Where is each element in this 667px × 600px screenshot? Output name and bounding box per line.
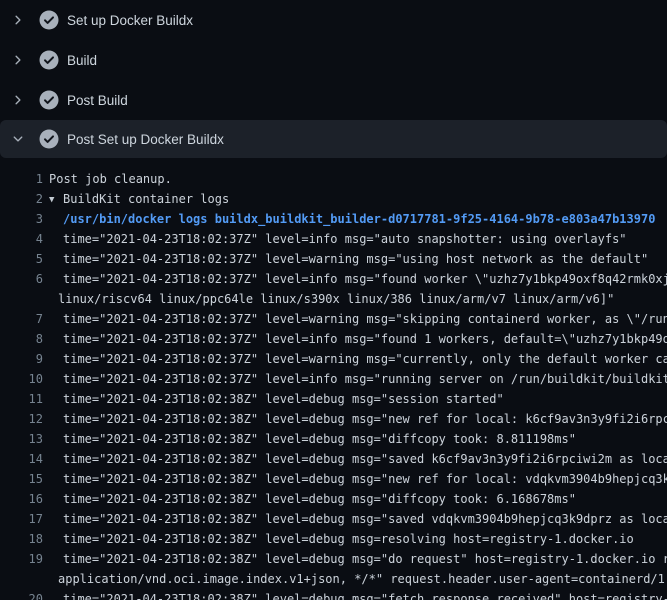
line-number-link[interactable]: 2 (0, 189, 43, 209)
log-line: 11 time="2021-04-23T18:02:38Z" level=deb… (0, 389, 667, 409)
log-line: 1 Post job cleanup. (0, 169, 667, 189)
log-line-text: time="2021-04-23T18:02:38Z" level=debug … (63, 489, 576, 509)
log-area: 1 Post job cleanup. 2 ▼BuildKit containe… (0, 158, 667, 600)
log-line-text: time="2021-04-23T18:02:37Z" level=warnin… (63, 249, 648, 269)
line-number-link[interactable]: 19 (0, 549, 43, 569)
log-line: 8 time="2021-04-23T18:02:37Z" level=info… (0, 329, 667, 349)
line-number-link[interactable]: 14 (0, 449, 43, 469)
line-number-link[interactable]: 5 (0, 249, 43, 269)
step-label: Build (67, 53, 97, 68)
group-toggle-icon[interactable]: ▼ (49, 190, 63, 210)
step-set-up-docker-buildx[interactable]: Set up Docker Buildx (0, 0, 667, 40)
line-number-link[interactable]: 10 (0, 369, 43, 389)
line-number-link[interactable]: 17 (0, 509, 43, 529)
log-line-text: application/vnd.oci.image.index.v1+json,… (58, 569, 667, 589)
step-post-set-up-docker-buildx[interactable]: Post Set up Docker Buildx (0, 120, 667, 158)
log-line-text: ▼BuildKit container logs (49, 189, 229, 209)
log-line: 17 time="2021-04-23T18:02:38Z" level=deb… (0, 509, 667, 529)
log-line: 7 time="2021-04-23T18:02:37Z" level=warn… (0, 309, 667, 329)
line-number-link[interactable]: 1 (0, 169, 43, 189)
line-number-link[interactable] (0, 289, 43, 309)
line-number-link[interactable]: 3 (0, 209, 43, 229)
log-line: 10 time="2021-04-23T18:02:37Z" level=inf… (0, 369, 667, 389)
step-build[interactable]: Build (0, 40, 667, 80)
chevron-down-icon (12, 133, 24, 145)
log-line: 19 time="2021-04-23T18:02:38Z" level=deb… (0, 549, 667, 569)
log-line: application/vnd.oci.image.index.v1+json,… (0, 569, 667, 589)
line-number-link[interactable]: 6 (0, 269, 43, 289)
job-log-viewer: Set up Docker Buildx Build Post Build (0, 0, 667, 600)
line-number-link[interactable]: 9 (0, 349, 43, 369)
check-circle-icon (39, 50, 59, 70)
log-line: 20 time="2021-04-23T18:02:38Z" level=deb… (0, 589, 667, 600)
chevron-right-icon (12, 14, 24, 26)
log-line-text: time="2021-04-23T18:02:37Z" level=warnin… (63, 349, 667, 369)
log-line-text: time="2021-04-23T18:02:38Z" level=debug … (63, 469, 667, 489)
line-number-link[interactable]: 13 (0, 429, 43, 449)
step-label: Set up Docker Buildx (67, 13, 193, 28)
log-line-text: time="2021-04-23T18:02:37Z" level=info m… (63, 229, 627, 249)
log-line-text: time="2021-04-23T18:02:38Z" level=debug … (63, 389, 504, 409)
step-post-build[interactable]: Post Build (0, 80, 667, 120)
line-number-link[interactable]: 8 (0, 329, 43, 349)
line-number-link[interactable]: 20 (0, 589, 43, 600)
line-number-link[interactable]: 11 (0, 389, 43, 409)
line-number-link[interactable]: 18 (0, 529, 43, 549)
line-number-link[interactable]: 16 (0, 489, 43, 509)
log-line: 16 time="2021-04-23T18:02:38Z" level=deb… (0, 489, 667, 509)
line-number-link[interactable]: 12 (0, 409, 43, 429)
log-line: 12 time="2021-04-23T18:02:38Z" level=deb… (0, 409, 667, 429)
check-circle-icon (39, 90, 59, 110)
log-line-text: time="2021-04-23T18:02:38Z" level=debug … (63, 449, 667, 469)
log-line: 13 time="2021-04-23T18:02:38Z" level=deb… (0, 429, 667, 449)
log-group-header[interactable]: 2 ▼BuildKit container logs (0, 189, 667, 209)
step-label: Post Set up Docker Buildx (67, 132, 224, 147)
log-line-text: time="2021-04-23T18:02:37Z" level=info m… (63, 329, 667, 349)
log-line-text: time="2021-04-23T18:02:38Z" level=debug … (63, 529, 634, 549)
check-circle-icon (39, 129, 59, 149)
check-circle-icon (39, 10, 59, 30)
line-number-link[interactable]: 15 (0, 469, 43, 489)
step-label: Post Build (67, 93, 128, 108)
log-line-text: time="2021-04-23T18:02:38Z" level=debug … (63, 549, 667, 569)
chevron-right-icon (12, 54, 24, 66)
line-number-link[interactable]: 7 (0, 309, 43, 329)
log-line: 5 time="2021-04-23T18:02:37Z" level=warn… (0, 249, 667, 269)
line-number-link[interactable]: 4 (0, 229, 43, 249)
log-line-text: linux/riscv64 linux/ppc64le linux/s390x … (58, 289, 614, 309)
log-line: 3 /usr/bin/docker logs buildx_buildkit_b… (0, 209, 667, 229)
line-number-link[interactable] (0, 569, 43, 589)
log-line: 9 time="2021-04-23T18:02:37Z" level=warn… (0, 349, 667, 369)
log-line-text: time="2021-04-23T18:02:38Z" level=debug … (63, 409, 667, 429)
log-line-text: Post job cleanup. (49, 169, 172, 189)
steps-list: Set up Docker Buildx Build Post Build (0, 0, 667, 158)
log-line-text: time="2021-04-23T18:02:37Z" level=warnin… (63, 309, 667, 329)
log-line: 4 time="2021-04-23T18:02:37Z" level=info… (0, 229, 667, 249)
log-line-text: /usr/bin/docker logs buildx_buildkit_bui… (63, 209, 655, 229)
log-line: 15 time="2021-04-23T18:02:38Z" level=deb… (0, 469, 667, 489)
log-line: 14 time="2021-04-23T18:02:38Z" level=deb… (0, 449, 667, 469)
log-line: 18 time="2021-04-23T18:02:38Z" level=deb… (0, 529, 667, 549)
log-line-text: time="2021-04-23T18:02:38Z" level=debug … (63, 509, 667, 529)
log-line-text: time="2021-04-23T18:02:38Z" level=debug … (63, 589, 667, 600)
log-line: linux/riscv64 linux/ppc64le linux/s390x … (0, 289, 667, 309)
log-line-text: time="2021-04-23T18:02:38Z" level=debug … (63, 429, 576, 449)
log-line-text: time="2021-04-23T18:02:37Z" level=info m… (63, 269, 667, 289)
log-line-text: time="2021-04-23T18:02:37Z" level=info m… (63, 369, 667, 389)
chevron-right-icon (12, 94, 24, 106)
log-line: 6 time="2021-04-23T18:02:37Z" level=info… (0, 269, 667, 289)
